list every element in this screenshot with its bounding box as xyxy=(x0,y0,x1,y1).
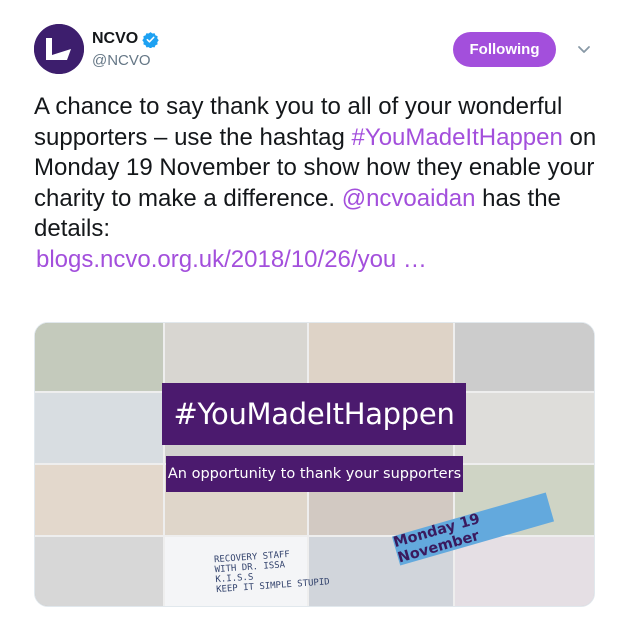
verified-badge-icon xyxy=(142,31,159,48)
mention-link[interactable]: @ncvoaidan xyxy=(342,185,476,212)
avatar[interactable] xyxy=(34,24,84,74)
subheadline-banner: An opportunity to thank your supporters xyxy=(166,456,463,492)
hashtag-link[interactable]: #YouMadeItHappen xyxy=(352,124,563,151)
author-name[interactable]: NCVO xyxy=(92,30,138,48)
chevron-down-icon[interactable] xyxy=(577,42,591,56)
tweet-card: NCVO @NCVO Following A chance to say tha… xyxy=(0,0,626,619)
blog-link[interactable]: blogs.ncvo.org.uk/2018/10/26/you … xyxy=(34,245,604,276)
tweet-image[interactable]: RECOVERY STAFF WITH DR. ISSA K.I.S.S KEE… xyxy=(34,322,595,607)
tweet-text: A chance to say thank you to all of your… xyxy=(34,92,604,275)
following-button[interactable]: Following xyxy=(453,32,556,67)
author-handle[interactable]: @NCVO xyxy=(92,52,151,69)
headline-banner: #YouMadeItHappen xyxy=(162,383,466,445)
whiteboard-text: RECOVERY STAFF WITH DR. ISSA K.I.S.S KEE… xyxy=(213,549,331,596)
ncvo-logo-icon xyxy=(34,24,84,74)
author-name-row: NCVO xyxy=(92,30,159,48)
